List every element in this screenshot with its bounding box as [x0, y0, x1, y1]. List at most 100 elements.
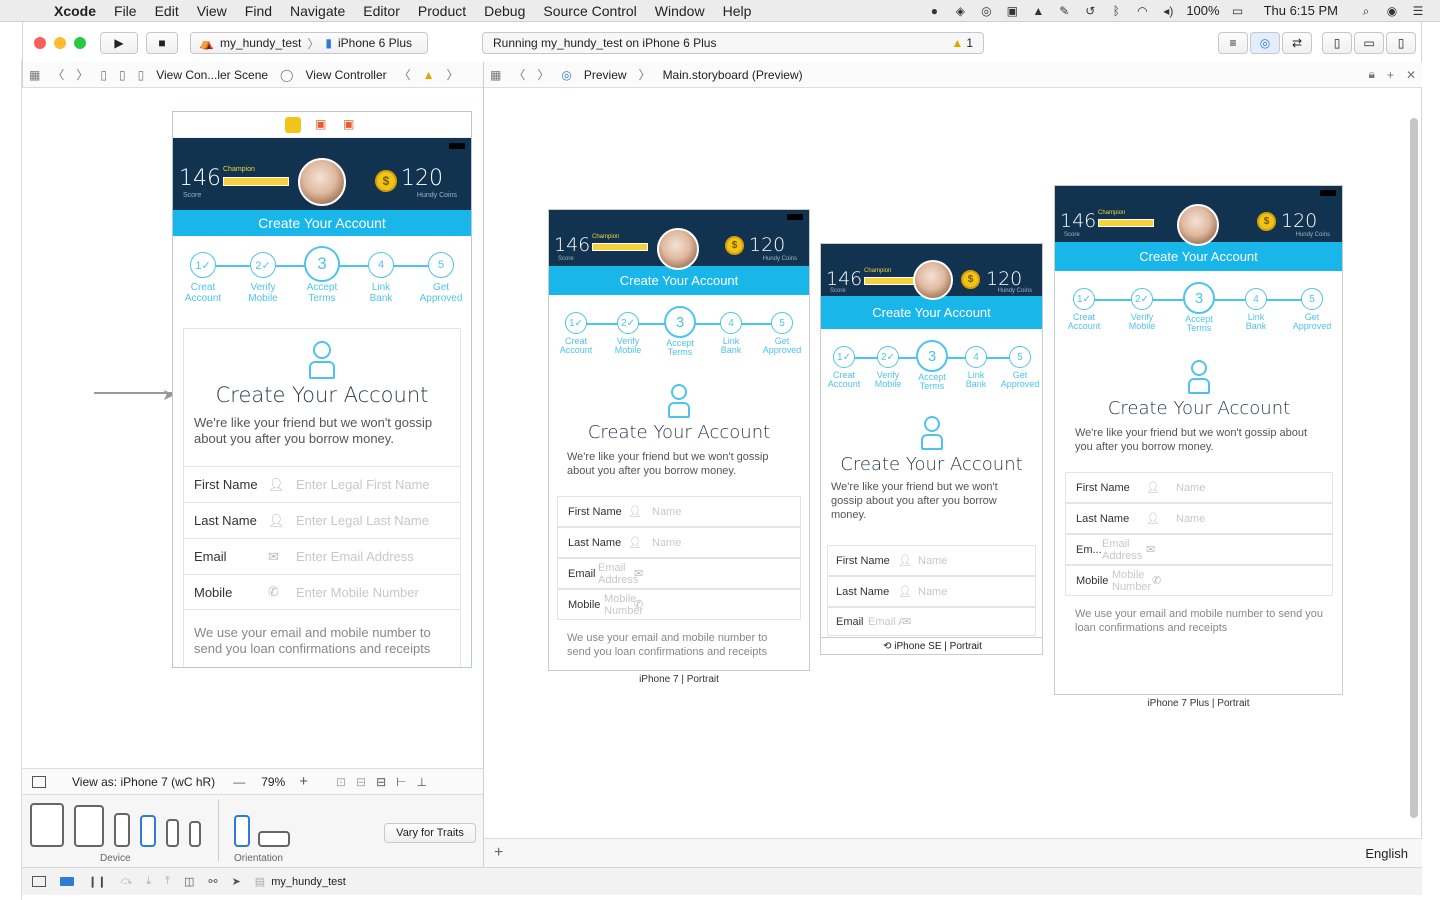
storyboard-icon[interactable]: ▯ [138, 68, 145, 82]
drive-icon[interactable]: ▲ [1030, 4, 1046, 18]
menu-window[interactable]: Window [655, 3, 705, 19]
menu-editor[interactable]: Editor [363, 3, 400, 19]
forward-icon[interactable]: 〉 [537, 66, 549, 83]
hide-debug-icon[interactable] [32, 876, 46, 887]
preview-scrollbar[interactable] [1410, 118, 1418, 818]
wifi-icon[interactable]: ◠ [1134, 4, 1150, 18]
toggle-debug-area-button[interactable]: ▭ [1354, 32, 1384, 54]
assistant-editor-button[interactable]: ◎ [1250, 32, 1280, 54]
spotlight-search-icon[interactable]: ⌕ [1358, 4, 1374, 18]
message-icon[interactable]: ▣ [1004, 4, 1020, 18]
evernote-icon[interactable]: ✎ [1056, 4, 1072, 18]
step-1[interactable]: 1✓ Creat Account [183, 252, 223, 304]
location-icon[interactable]: ➤ [232, 875, 241, 888]
view-controller-scene[interactable]: ▣ ▣ 146 Score Champion $ 120 Hundy Coins… [172, 111, 472, 668]
zoom-window-button[interactable] [74, 37, 86, 49]
pin-icon[interactable]: ⊢ [396, 775, 406, 789]
step-3[interactable]: 3 Accept Terms [299, 246, 345, 304]
zoom-in-icon[interactable]: + [299, 773, 308, 790]
version-editor-button[interactable]: ⇄ [1282, 32, 1312, 54]
preview-iphone-7-plus[interactable]: 146 Score Champion $ 120 Hundy Coins Cre… [1054, 185, 1343, 695]
scene-crumb[interactable]: View Con...ler Scene [156, 68, 268, 82]
file-crumb[interactable]: Main.storyboard (Preview) [663, 68, 803, 82]
memory-graph-icon[interactable]: ⚯ [208, 875, 217, 888]
vary-for-traits-button[interactable]: Vary for Traits [384, 823, 476, 843]
last-name-field[interactable]: Last Name 👤︎ Enter Legal Last Name [184, 502, 460, 538]
exit-icon[interactable]: ▣ [343, 117, 354, 131]
update-frames-icon[interactable]: ⊡ [336, 775, 346, 789]
add-device-icon[interactable]: + [494, 844, 503, 862]
menu-file[interactable]: File [114, 3, 137, 19]
add-editor-icon[interactable]: + [1387, 68, 1394, 82]
orientation-landscape[interactable] [258, 831, 290, 847]
last-name-input[interactable]: Enter Legal Last Name [296, 513, 429, 528]
preview-caption-iphone-se[interactable]: ⟲ iPhone SE | Portrait [821, 637, 1042, 654]
view-controller-dock-icon[interactable] [285, 117, 301, 133]
related-items-icon[interactable]: ▦ [490, 68, 501, 82]
menu-help[interactable]: Help [723, 3, 752, 19]
device-iphone-7[interactable] [140, 815, 156, 847]
preview-iphone-7[interactable]: 146 Score Champion $ 120 Hundy Coins Cre… [548, 209, 810, 671]
folder-icon[interactable]: ▯ [119, 68, 126, 82]
email-input[interactable]: Enter Email Address [296, 549, 414, 564]
view-hierarchy-icon[interactable]: ◫ [184, 875, 194, 888]
toggle-navigator-button[interactable]: ▯ [1322, 32, 1352, 54]
breakpoints-icon[interactable] [60, 877, 74, 886]
interface-builder-canvas[interactable]: ➤ ▣ ▣ 146 Score Champion $ 120 Hundy Coi… [22, 88, 483, 768]
menu-find[interactable]: Find [245, 3, 272, 19]
target-name[interactable]: my_hundy_test [271, 876, 346, 888]
next-issue-icon[interactable]: 〉 [447, 66, 459, 83]
mobile-field[interactable]: Mobile ✆ Enter Mobile Number [184, 574, 460, 610]
view-as-label[interactable]: View as: iPhone 7 (wC hR) [72, 775, 215, 789]
step-out-icon[interactable]: ⤒ [165, 875, 170, 888]
minimize-window-button[interactable] [54, 37, 66, 49]
back-icon[interactable]: 〈 [52, 66, 64, 83]
bluetooth-icon[interactable]: ᛒ [1108, 4, 1124, 18]
first-responder-icon[interactable]: ▣ [315, 117, 326, 131]
align-icon[interactable]: ⊟ [376, 775, 386, 789]
pause-icon[interactable]: ❙❙ [88, 875, 106, 888]
menu-product[interactable]: Product [418, 3, 466, 19]
warning-icon[interactable]: ▲ [423, 68, 435, 82]
warning-count[interactable]: 1 [966, 36, 973, 50]
creative-cloud-icon[interactable]: ◎ [978, 4, 994, 18]
menu-app[interactable]: Xcode [54, 3, 96, 19]
preview-crumb[interactable]: Preview [584, 68, 627, 82]
zoom-out-icon[interactable]: — [233, 775, 245, 789]
status-circle-icon[interactable]: ● [926, 4, 942, 18]
prev-issue-icon[interactable]: 〈 [399, 66, 411, 83]
first-name-input[interactable]: Enter Legal First Name [296, 477, 430, 492]
step-in-icon[interactable]: ⤓ [146, 875, 151, 888]
email-field[interactable]: Email ✉ Enter Email Address [184, 538, 460, 574]
file-icon[interactable]: ▯ [100, 68, 107, 82]
avatar[interactable] [298, 158, 346, 206]
menu-clock[interactable]: Thu 6:15 PM [1264, 3, 1338, 18]
device-iphone-se[interactable] [166, 819, 179, 847]
lock-icon[interactable]: 🔒︎ [1369, 67, 1375, 82]
mobile-input[interactable]: Enter Mobile Number [296, 585, 419, 600]
dropbox-icon[interactable]: ◈ [952, 4, 968, 18]
notification-center-icon[interactable]: ☰ [1410, 4, 1426, 18]
scheme-selector[interactable]: ⛺ my_hundy_test 〉 ▮ iPhone 6 Plus [190, 32, 428, 54]
stop-button[interactable]: ■ [146, 32, 178, 54]
close-window-button[interactable] [34, 37, 46, 49]
rotate-icon[interactable]: ⟲ [883, 641, 891, 652]
forward-icon[interactable]: 〉 [76, 66, 88, 83]
back-icon[interactable]: 〈 [513, 66, 525, 83]
menu-navigate[interactable]: Navigate [290, 3, 345, 19]
close-editor-icon[interactable]: ✕ [1406, 68, 1416, 82]
first-name-field[interactable]: First Name 👤︎ Enter Legal First Name [184, 466, 460, 502]
controller-crumb[interactable]: View Controller [305, 68, 386, 82]
menu-edit[interactable]: Edit [155, 3, 179, 19]
time-machine-icon[interactable]: ↺ [1082, 4, 1098, 18]
preview-iphone-se[interactable]: 146 Score Champion $ 120 Hundy Coins Cre… [820, 243, 1043, 655]
menu-debug[interactable]: Debug [484, 3, 525, 19]
step-4[interactable]: 4 Link Bank [361, 252, 401, 304]
device-ipad-pro-12[interactable] [30, 803, 64, 847]
device-ipad[interactable] [74, 805, 104, 847]
menu-source-control[interactable]: Source Control [543, 3, 636, 19]
orientation-portrait[interactable] [234, 815, 250, 847]
embed-stack-icon[interactable]: ⊟ [356, 775, 366, 789]
document-outline-icon[interactable] [32, 775, 46, 788]
battery-icon[interactable]: ▭ [1230, 4, 1246, 18]
